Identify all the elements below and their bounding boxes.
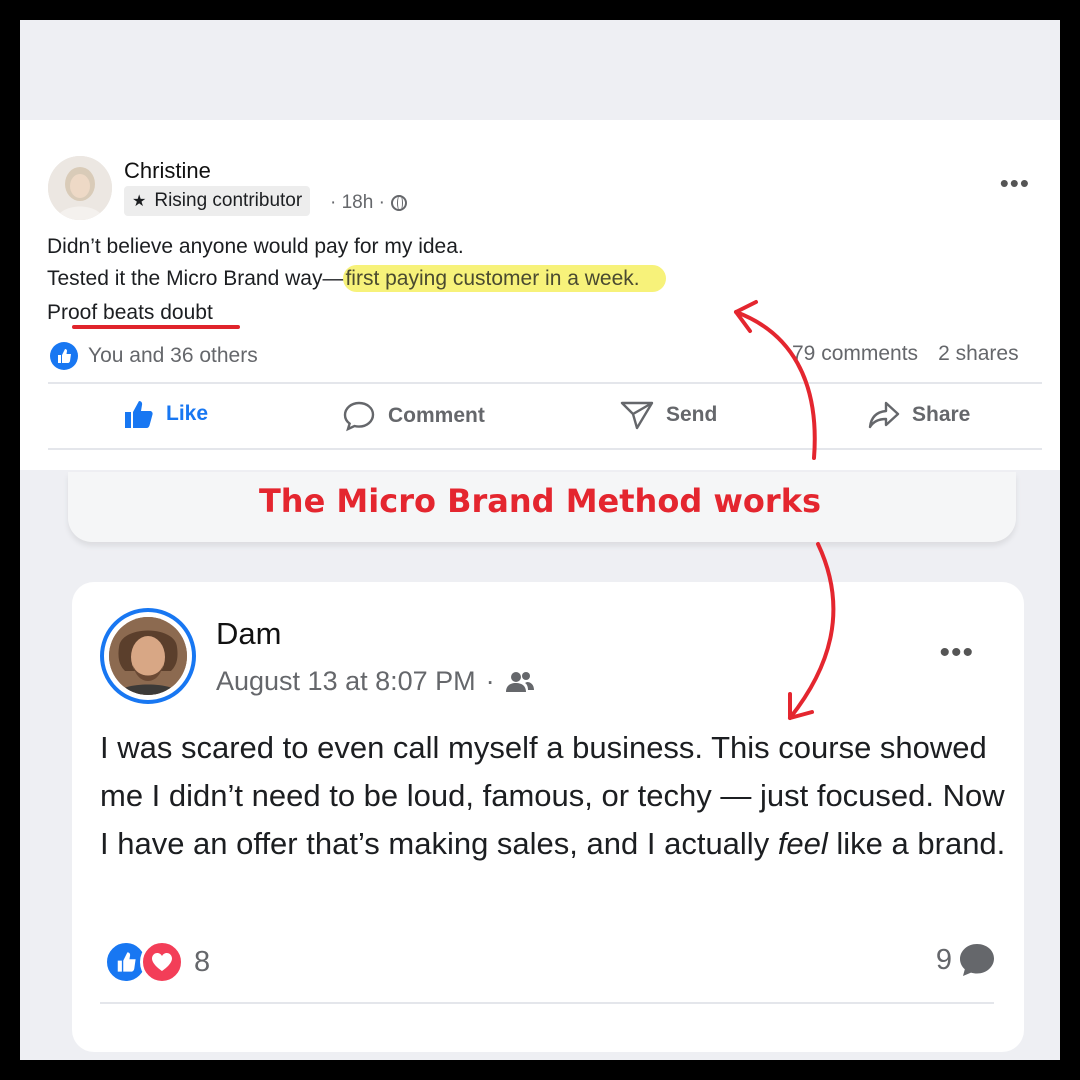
post-time-text: · 18h ·	[330, 192, 385, 213]
comment-icon	[343, 401, 375, 432]
send-icon	[620, 401, 654, 430]
send-label: Send	[666, 403, 718, 426]
share-label: Share	[912, 403, 971, 426]
like-reaction-icon	[50, 342, 78, 370]
divider	[48, 448, 1042, 450]
timestamp[interactable]: August 13 at 8:07 PM	[216, 666, 476, 697]
share-icon	[868, 401, 900, 429]
post-christine: Christine ★ Rising contributor · 18h · •…	[20, 120, 1060, 470]
contributor-badge[interactable]: ★ Rising contributor	[124, 186, 311, 216]
post-dam: Dam August 13 at 8:07 PM · ••• I was sca…	[72, 582, 1024, 1052]
post-text-segment: like a brand.	[827, 826, 1006, 861]
author-name[interactable]: Dam	[216, 616, 281, 652]
comments-count[interactable]: 79 comments	[792, 342, 918, 366]
post-text-segment: Tested it the Micro Brand way—	[47, 267, 344, 290]
author-name[interactable]: Christine	[124, 158, 211, 184]
shares-count[interactable]: 2 shares	[938, 342, 1019, 366]
love-reaction-icon	[140, 940, 184, 984]
divider	[48, 382, 1042, 384]
highlighted-text: first paying customer in a week.	[343, 265, 666, 292]
post-text-emphasis: feel	[777, 826, 828, 861]
comment-bubble-icon	[960, 944, 994, 976]
avatar[interactable]	[48, 156, 112, 220]
avatar-story-ring[interactable]	[100, 608, 196, 704]
more-options-button[interactable]: •••	[939, 636, 974, 670]
more-options-button[interactable]: •••	[1000, 168, 1030, 199]
divider	[100, 1002, 994, 1004]
like-label: Like	[166, 402, 209, 425]
post-meta: August 13 at 8:07 PM ·	[216, 666, 535, 697]
send-button[interactable]: Send	[620, 400, 717, 430]
comment-button[interactable]: Comment	[342, 400, 485, 432]
share-button[interactable]: Share	[868, 400, 970, 430]
like-button[interactable]: Like	[124, 400, 208, 428]
globe-icon	[390, 195, 407, 211]
star-icon: ★	[132, 193, 147, 210]
post-text-line: Tested it the Micro Brand way—first payi…	[47, 265, 666, 292]
post-text-line: Didn’t believe anyone would pay for my i…	[47, 235, 464, 258]
reaction-text: You and 36 others	[88, 344, 258, 367]
reaction-summary[interactable]: 8	[104, 940, 210, 984]
post-text-line: Proof beats doubt	[47, 301, 213, 324]
comments-summary[interactable]: 9	[936, 942, 996, 978]
caption-heading: The Micro Brand Method works	[258, 482, 822, 520]
post-time: · 18h ·	[330, 192, 407, 214]
canvas: Christine ★ Rising contributor · 18h · •…	[20, 20, 1060, 1060]
avatar	[109, 617, 187, 695]
thumbs-up-icon	[125, 401, 153, 428]
red-underline	[72, 325, 240, 329]
reaction-count: 8	[194, 945, 211, 978]
friends-icon	[505, 671, 534, 692]
post-text: I was scared to even call myself a busin…	[100, 724, 1010, 868]
comment-label: Comment	[388, 404, 485, 427]
badge-label: Rising contributor	[154, 190, 303, 211]
comment-count: 9	[935, 943, 952, 976]
reaction-summary[interactable]: You and 36 others	[50, 342, 258, 370]
post-stats: 79 comments 2 shares	[792, 342, 1019, 366]
separator: ·	[485, 666, 495, 696]
